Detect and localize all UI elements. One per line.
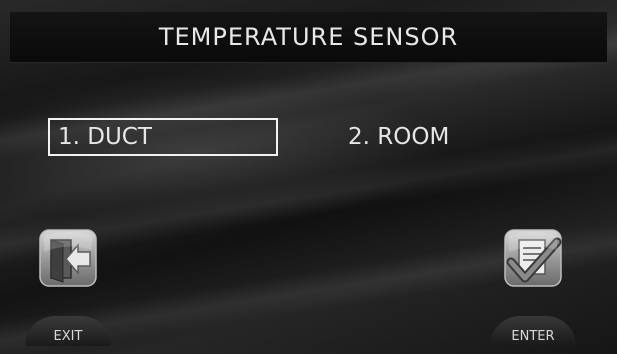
option-room-label: 2. ROOM bbox=[348, 124, 450, 150]
checklist-check-icon bbox=[504, 229, 562, 287]
option-duct-label: 1. DUCT bbox=[58, 124, 152, 150]
option-room[interactable]: 2. ROOM bbox=[340, 118, 540, 156]
title-bar: TEMPERATURE SENSOR bbox=[10, 12, 607, 63]
exit-button-label: EXIT bbox=[53, 329, 83, 344]
page-title: TEMPERATURE SENSOR bbox=[158, 23, 459, 51]
screen: TEMPERATURE SENSOR 1. DUCT 2. ROOM EXIT bbox=[0, 0, 617, 354]
enter-icon-button[interactable] bbox=[503, 228, 563, 308]
exit-button[interactable]: EXIT bbox=[25, 316, 111, 346]
enter-button-label: ENTER bbox=[511, 329, 555, 344]
option-duct[interactable]: 1. DUCT bbox=[48, 118, 278, 156]
enter-button[interactable]: ENTER bbox=[490, 316, 576, 346]
exit-door-icon bbox=[39, 229, 97, 287]
exit-icon-button[interactable] bbox=[38, 228, 98, 308]
